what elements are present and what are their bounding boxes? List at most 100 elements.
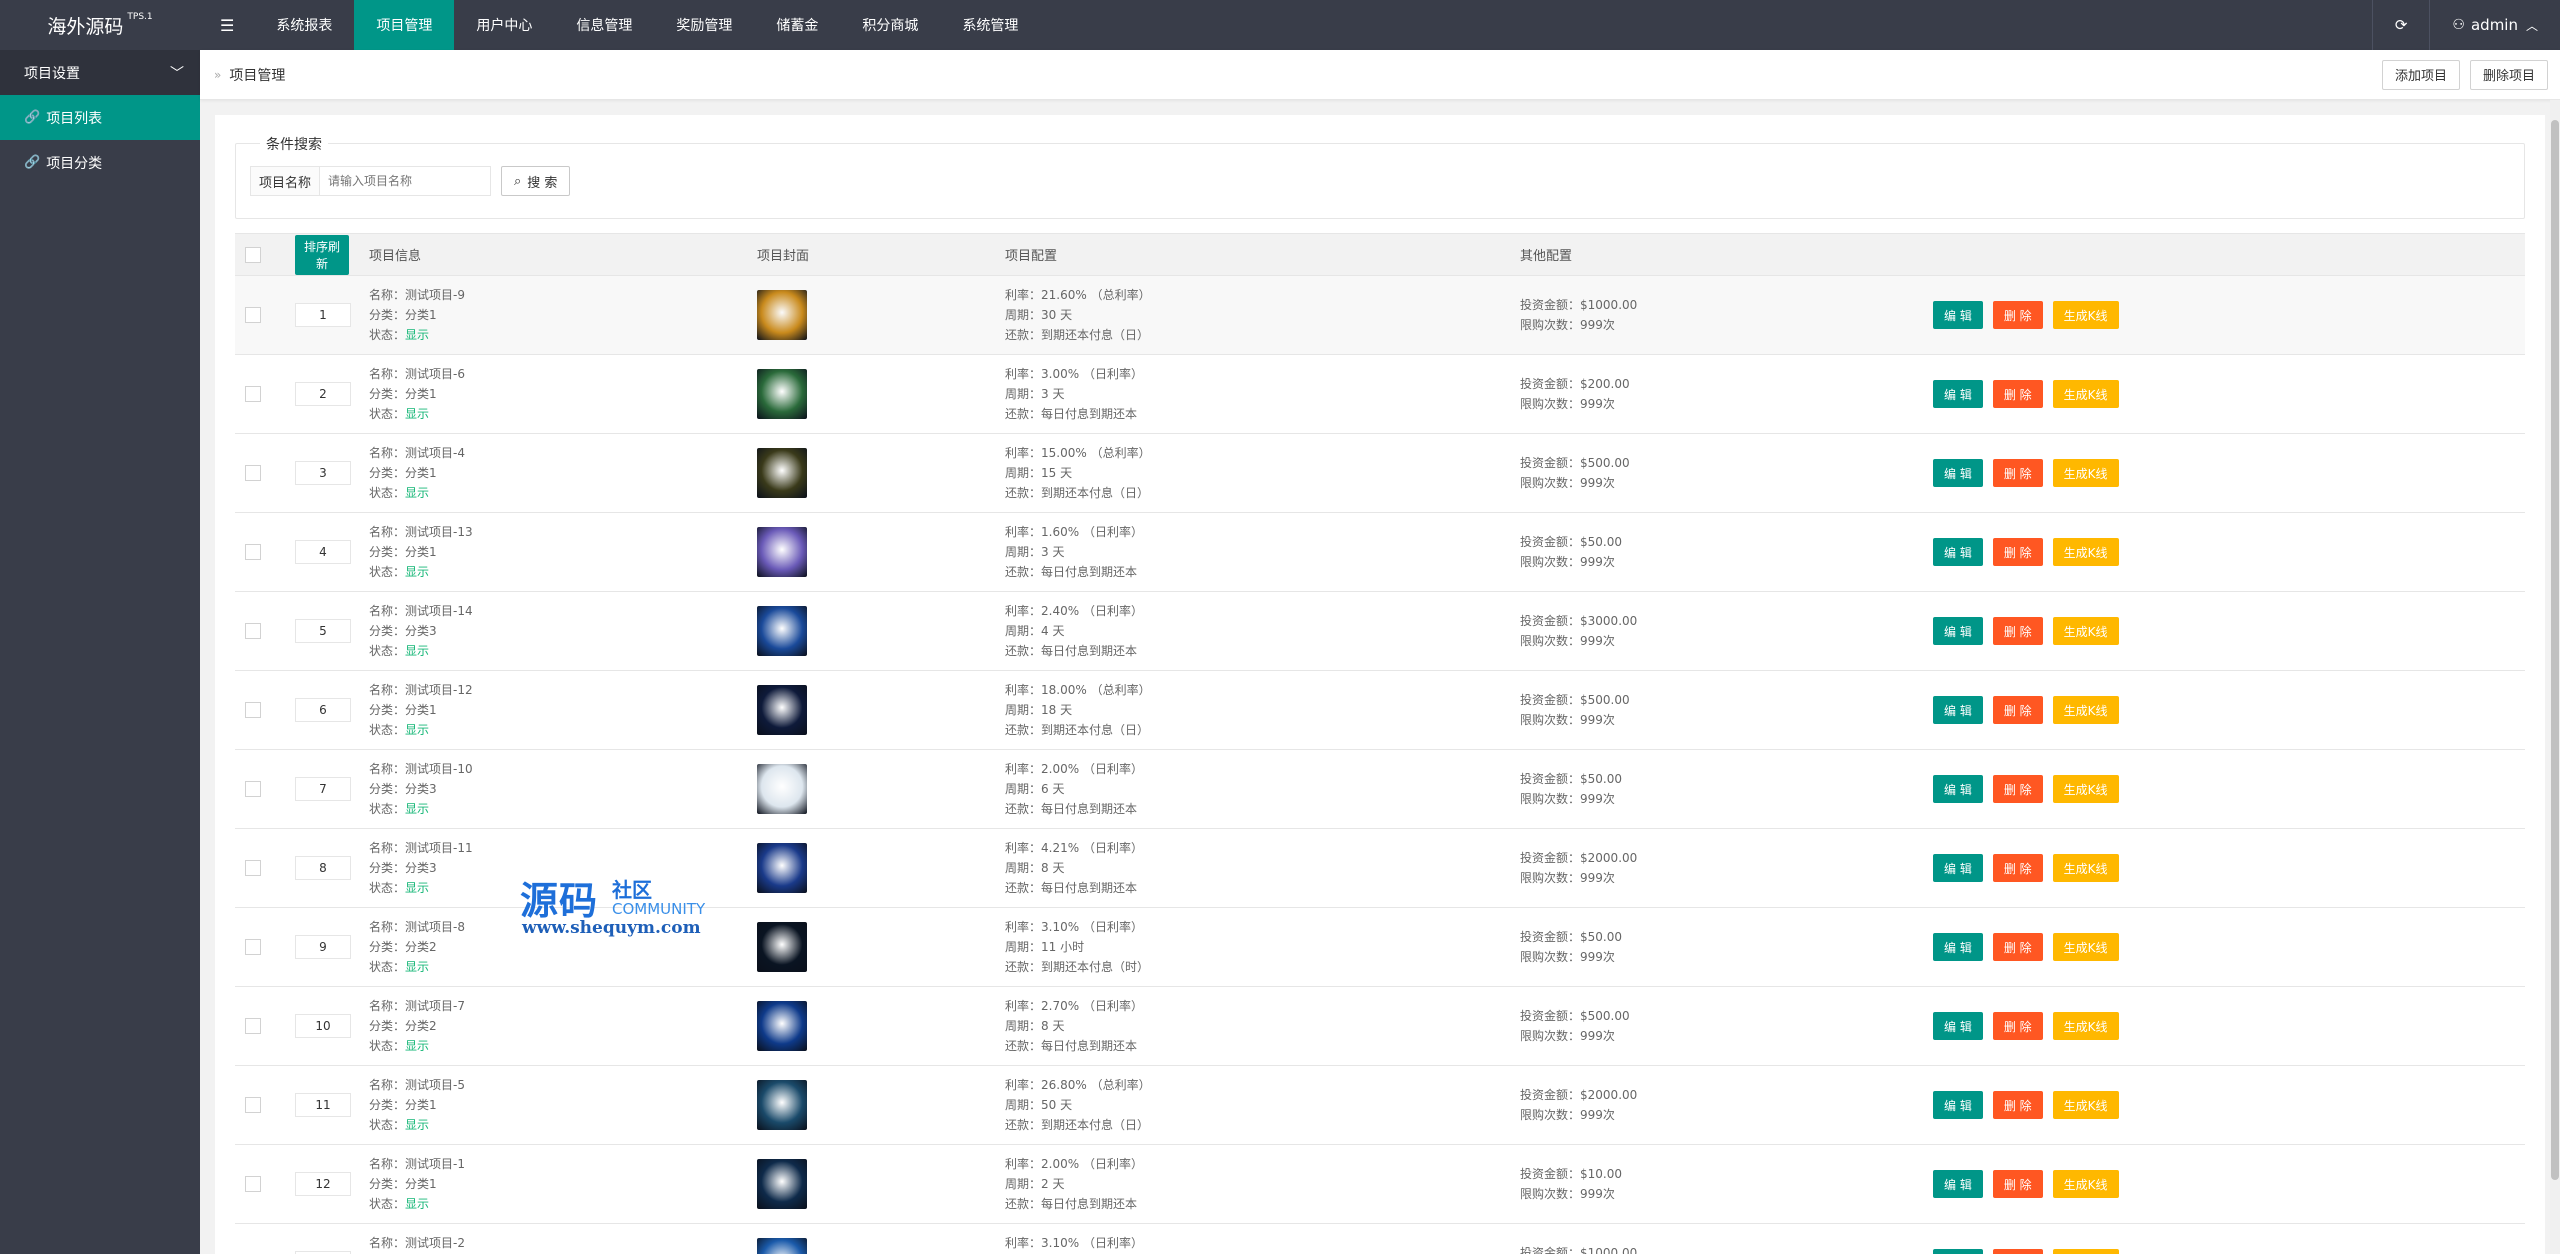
delete-project-button[interactable]: 删除项目 bbox=[2469, 59, 2548, 90]
sort-order-input[interactable] bbox=[295, 1093, 351, 1117]
nav-item-0[interactable]: 系统报表 bbox=[254, 0, 354, 50]
sort-order-input[interactable] bbox=[295, 461, 351, 485]
nav-item-3[interactable]: 信息管理 bbox=[554, 0, 654, 50]
generate-kline-button[interactable]: 生成K线 bbox=[2052, 933, 2119, 961]
generate-kline-button[interactable]: 生成K线 bbox=[2052, 1012, 2119, 1040]
edit-button[interactable]: 编 辑 bbox=[1933, 933, 1983, 961]
invest-label: 投资金额： bbox=[1520, 693, 1581, 707]
delete-button[interactable]: 删 除 bbox=[1992, 854, 2043, 882]
row-checkbox[interactable] bbox=[245, 1176, 261, 1192]
app-logo[interactable]: 海外源码 TPS.1 bbox=[0, 0, 200, 50]
edit-button[interactable]: 编 辑 bbox=[1933, 1249, 1983, 1254]
user-menu[interactable]: ⚇ admin ︿ bbox=[2429, 0, 2560, 50]
row-checkbox[interactable] bbox=[245, 1097, 261, 1113]
generate-kline-button[interactable]: 生成K线 bbox=[2052, 775, 2119, 803]
delete-button[interactable]: 删 除 bbox=[1992, 1091, 2043, 1119]
delete-button[interactable]: 删 除 bbox=[1992, 1012, 2043, 1040]
generate-kline-button[interactable]: 生成K线 bbox=[2052, 1249, 2119, 1254]
sort-order-input[interactable] bbox=[295, 1172, 351, 1196]
scrollbar-thumb[interactable] bbox=[2551, 120, 2559, 1180]
delete-button[interactable]: 删 除 bbox=[1992, 301, 2043, 329]
delete-button[interactable]: 删 除 bbox=[1992, 617, 2043, 645]
delete-button[interactable]: 删 除 bbox=[1992, 538, 2043, 566]
select-all-checkbox[interactable] bbox=[245, 246, 261, 263]
generate-kline-button[interactable]: 生成K线 bbox=[2052, 1091, 2119, 1119]
edit-button[interactable]: 编 辑 bbox=[1933, 854, 1983, 882]
column-header-actions bbox=[1923, 233, 2525, 276]
row-checkbox[interactable] bbox=[245, 465, 261, 481]
generate-kline-button[interactable]: 生成K线 bbox=[2052, 301, 2119, 329]
generate-kline-button[interactable]: 生成K线 bbox=[2052, 696, 2119, 724]
project-name: 测试项目-1 bbox=[405, 1157, 465, 1171]
nav-item-6[interactable]: 积分商城 bbox=[840, 0, 940, 50]
delete-button[interactable]: 删 除 bbox=[1992, 1170, 2043, 1198]
nav-item-7[interactable]: 系统管理 bbox=[940, 0, 1040, 50]
breadcrumb-current[interactable]: 项目管理 bbox=[229, 65, 285, 85]
edit-button[interactable]: 编 辑 bbox=[1933, 380, 1983, 408]
generate-kline-button[interactable]: 生成K线 bbox=[2052, 538, 2119, 566]
sort-order-input[interactable] bbox=[295, 777, 351, 801]
limit-label: 限购次数： bbox=[1520, 634, 1581, 648]
refresh-icon[interactable]: ⟳ bbox=[2371, 0, 2430, 50]
edit-button[interactable]: 编 辑 bbox=[1933, 617, 1983, 645]
generate-kline-button[interactable]: 生成K线 bbox=[2052, 459, 2119, 487]
row-checkbox[interactable] bbox=[245, 939, 261, 955]
project-config: 利率：3.10% （日利率） 周期：11 小时 还款：到期还本付息（时） bbox=[1005, 917, 1500, 977]
sort-order-input[interactable] bbox=[295, 698, 351, 722]
edit-button[interactable]: 编 辑 bbox=[1933, 1012, 1983, 1040]
sidebar-item-0[interactable]: 🔗 项目列表 bbox=[0, 95, 200, 140]
row-checkbox[interactable] bbox=[245, 702, 261, 718]
generate-kline-button[interactable]: 生成K线 bbox=[2052, 1170, 2119, 1198]
project-other-config: 投资金额：$50.00 限购次数：999次 bbox=[1520, 927, 1913, 967]
row-checkbox[interactable] bbox=[245, 781, 261, 797]
generate-kline-button[interactable]: 生成K线 bbox=[2052, 617, 2119, 645]
search-button[interactable]: ⌕ 搜 索 bbox=[501, 166, 571, 196]
project-repay: 每日付息到期还本 bbox=[1041, 1039, 1138, 1053]
row-checkbox[interactable] bbox=[245, 1018, 261, 1034]
project-rate: 15.00% （总利率） bbox=[1041, 446, 1151, 460]
sort-refresh-button[interactable]: 排序刷新 bbox=[295, 234, 349, 275]
sort-order-input[interactable] bbox=[295, 540, 351, 564]
edit-button[interactable]: 编 辑 bbox=[1933, 1091, 1983, 1119]
sort-order-input[interactable] bbox=[295, 382, 351, 406]
edit-button[interactable]: 编 辑 bbox=[1933, 459, 1983, 487]
add-project-button[interactable]: 添加项目 bbox=[2381, 59, 2460, 90]
sort-order-input[interactable] bbox=[295, 303, 351, 327]
edit-button[interactable]: 编 辑 bbox=[1933, 301, 1983, 329]
project-other-config: 投资金额：$2000.00 限购次数：999次 bbox=[1520, 1085, 1913, 1125]
search-input[interactable] bbox=[320, 167, 491, 195]
row-checkbox[interactable] bbox=[245, 307, 261, 323]
sort-order-input[interactable] bbox=[295, 1014, 351, 1038]
page-scrollbar[interactable] bbox=[2550, 100, 2560, 1254]
nav-item-1[interactable]: 项目管理 bbox=[354, 0, 455, 50]
sort-order-input[interactable] bbox=[295, 619, 351, 643]
row-checkbox[interactable] bbox=[245, 386, 261, 402]
table-row: 名称：测试项目-5 分类：分类1 状态：显示 利率：26.80% （总利率） 周期：50… bbox=[235, 1066, 2525, 1145]
edit-button[interactable]: 编 辑 bbox=[1933, 775, 1983, 803]
sidebar-item-1[interactable]: 🔗 项目分类 bbox=[0, 140, 200, 185]
delete-button[interactable]: 删 除 bbox=[1992, 933, 2043, 961]
nav-item-2[interactable]: 用户中心 bbox=[454, 0, 554, 50]
menu-icon[interactable]: ☰ bbox=[200, 0, 254, 50]
row-checkbox[interactable] bbox=[245, 544, 261, 560]
nav-item-4[interactable]: 奖励管理 bbox=[654, 0, 754, 50]
edit-button[interactable]: 编 辑 bbox=[1933, 1170, 1983, 1198]
row-checkbox[interactable] bbox=[245, 623, 261, 639]
generate-kline-button[interactable]: 生成K线 bbox=[2052, 380, 2119, 408]
logo-text: 海外源码 bbox=[47, 15, 124, 38]
delete-button[interactable]: 删 除 bbox=[1992, 380, 2043, 408]
nav-item-5[interactable]: 储蓄金 bbox=[754, 0, 840, 50]
project-limit: 999次 bbox=[1580, 950, 1615, 964]
delete-button[interactable]: 删 除 bbox=[1992, 1249, 2043, 1254]
generate-kline-button[interactable]: 生成K线 bbox=[2052, 854, 2119, 882]
edit-button[interactable]: 编 辑 bbox=[1933, 696, 1983, 724]
delete-button[interactable]: 删 除 bbox=[1992, 459, 2043, 487]
sort-order-input[interactable] bbox=[295, 935, 351, 959]
delete-button[interactable]: 删 除 bbox=[1992, 696, 2043, 724]
row-checkbox[interactable] bbox=[245, 860, 261, 876]
delete-button[interactable]: 删 除 bbox=[1992, 775, 2043, 803]
sort-order-input[interactable] bbox=[295, 856, 351, 880]
edit-button[interactable]: 编 辑 bbox=[1933, 538, 1983, 566]
sidebar-group-project-settings[interactable]: 项目设置 ﹀ bbox=[0, 50, 200, 95]
invest-label: 投资金额： bbox=[1520, 851, 1581, 865]
